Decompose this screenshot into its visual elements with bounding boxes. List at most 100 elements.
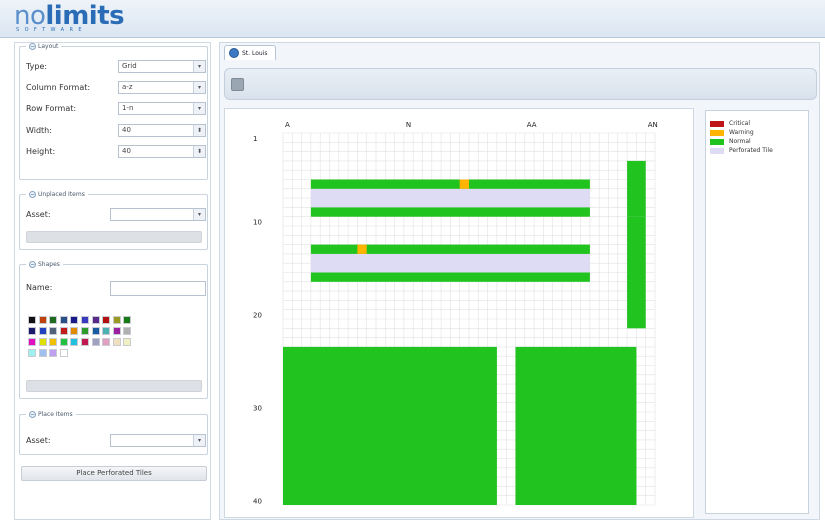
place-asset-label: Asset: xyxy=(26,436,51,445)
column-format-row: Column Format: a-z ▾ xyxy=(26,81,206,95)
height-value: 40 xyxy=(122,147,131,155)
color-swatch[interactable] xyxy=(112,338,121,346)
color-swatch[interactable] xyxy=(70,327,79,335)
color-swatch[interactable] xyxy=(91,327,100,335)
type-value: Grid xyxy=(122,62,137,70)
color-swatch[interactable] xyxy=(28,327,36,335)
column-label: A xyxy=(285,121,290,129)
width-stepper[interactable]: 40 ⬍ xyxy=(118,124,206,137)
place-perforated-tiles-button[interactable]: Place Perforated Tiles xyxy=(21,466,207,481)
column-format-select[interactable]: a-z ▾ xyxy=(118,81,206,94)
shapes-panel: − Shapes Name: xyxy=(19,261,208,399)
type-label: Type: xyxy=(26,62,48,71)
color-swatch-palette xyxy=(28,316,134,360)
toolbar xyxy=(224,68,817,100)
chevron-down-icon[interactable]: ▾ xyxy=(193,82,205,93)
row-label: 40 xyxy=(253,498,262,506)
color-swatch[interactable] xyxy=(28,338,36,346)
width-row: Width: 40 ⬍ xyxy=(26,124,206,138)
sidebar: − Layout Type: Grid ▾ Column Format: a-z ▾ … xyxy=(14,42,211,520)
chevron-down-icon[interactable]: ▾ xyxy=(193,61,205,72)
legend-item: Warning xyxy=(710,128,754,137)
legend-label: Warning xyxy=(729,129,754,136)
legend-label: Critical xyxy=(729,120,750,127)
color-swatch[interactable] xyxy=(49,349,58,357)
color-swatch[interactable] xyxy=(49,338,58,346)
color-swatch[interactable] xyxy=(123,338,132,346)
color-swatch[interactable] xyxy=(91,338,100,346)
color-swatch[interactable] xyxy=(70,316,79,324)
unplaced-items-panel: − Unplaced Items Asset: ▾ xyxy=(19,191,208,250)
color-swatch[interactable] xyxy=(49,316,58,324)
unplaced-legend: Unplaced Items xyxy=(38,191,85,198)
legend-item: Critical xyxy=(710,119,750,128)
place-asset-select[interactable]: ▾ xyxy=(110,434,206,447)
place-items-panel: − Place Items Asset: ▾ xyxy=(19,411,208,455)
chevron-down-icon[interactable]: ▾ xyxy=(193,103,205,114)
header-bar: nolimits SOFTWARE xyxy=(0,0,825,38)
color-swatch[interactable] xyxy=(38,316,47,324)
color-swatch[interactable] xyxy=(112,327,121,335)
collapse-shapes-icon[interactable]: − xyxy=(29,261,36,268)
select-tool-button[interactable] xyxy=(231,78,244,91)
column-label: AN xyxy=(648,121,658,129)
legend-swatch xyxy=(710,147,724,154)
row-format-select[interactable]: 1-n ▾ xyxy=(118,102,206,115)
color-swatch[interactable] xyxy=(102,338,111,346)
color-swatch[interactable] xyxy=(59,327,68,335)
legend-swatch xyxy=(710,138,724,145)
tab-st-louis[interactable]: St. Louis xyxy=(224,45,277,60)
color-swatch[interactable] xyxy=(49,327,58,335)
perforated-aisle xyxy=(310,253,590,273)
collapse-layout-icon[interactable]: − xyxy=(29,43,36,50)
color-swatch[interactable] xyxy=(80,316,89,324)
color-swatch[interactable] xyxy=(70,338,79,346)
unplaced-action-button[interactable] xyxy=(26,231,202,243)
legend-label: Perforated Tile xyxy=(729,147,773,154)
legend-item: Perforated Tile xyxy=(710,146,773,155)
type-select[interactable]: Grid ▾ xyxy=(118,60,206,73)
shape-name-row: Name: xyxy=(26,281,206,296)
color-swatch[interactable] xyxy=(80,338,89,346)
color-swatch[interactable] xyxy=(28,349,36,357)
layout-legend: Layout xyxy=(38,43,59,50)
color-swatch[interactable] xyxy=(102,316,111,324)
color-swatch[interactable] xyxy=(28,316,36,324)
color-swatch[interactable] xyxy=(59,349,68,357)
unplaced-asset-select[interactable]: ▾ xyxy=(110,208,206,221)
globe-icon xyxy=(229,48,239,58)
width-value: 40 xyxy=(122,126,131,134)
chevron-down-icon[interactable]: ▾ xyxy=(193,209,205,220)
color-swatch[interactable] xyxy=(59,316,68,324)
color-swatch[interactable] xyxy=(59,338,68,346)
color-swatch[interactable] xyxy=(38,338,47,346)
collapse-place-icon[interactable]: − xyxy=(29,411,36,418)
type-row: Type: Grid ▾ xyxy=(26,60,206,74)
color-swatch[interactable] xyxy=(38,327,47,335)
shape-name-input[interactable] xyxy=(110,281,206,296)
floor-grid-svg[interactable]: A N AA AN110203040 xyxy=(225,109,695,519)
rack-unit xyxy=(627,272,646,329)
color-swatch[interactable] xyxy=(123,316,132,324)
layout-panel: − Layout Type: Grid ▾ Column Format: a-z ▾ … xyxy=(19,43,208,180)
chevron-down-icon[interactable]: ▾ xyxy=(193,435,205,446)
color-swatch[interactable] xyxy=(91,316,100,324)
color-swatch[interactable] xyxy=(102,327,111,335)
collapse-unplaced-icon[interactable]: − xyxy=(29,191,36,198)
color-swatch[interactable] xyxy=(80,327,89,335)
place-asset-row: Asset: ▾ xyxy=(26,434,206,448)
legend-swatch xyxy=(710,129,724,136)
floor-plan-canvas[interactable]: A N AA AN 1 10 20 30 40 xyxy=(224,108,694,518)
color-swatch[interactable] xyxy=(112,316,121,324)
height-stepper[interactable]: 40 ⬍ xyxy=(118,145,206,158)
stepper-arrows-icon[interactable]: ⬍ xyxy=(193,125,205,136)
shape-action-button[interactable] xyxy=(26,380,202,392)
row-format-label: Row Format: xyxy=(26,104,77,113)
color-swatch[interactable] xyxy=(38,349,47,357)
row-label: 20 xyxy=(253,312,262,320)
rack-unit xyxy=(627,216,646,273)
stepper-arrows-icon[interactable]: ⬍ xyxy=(193,146,205,157)
legend-item: Normal xyxy=(710,137,751,146)
color-swatch[interactable] xyxy=(123,327,132,335)
warning-tile xyxy=(459,179,469,189)
